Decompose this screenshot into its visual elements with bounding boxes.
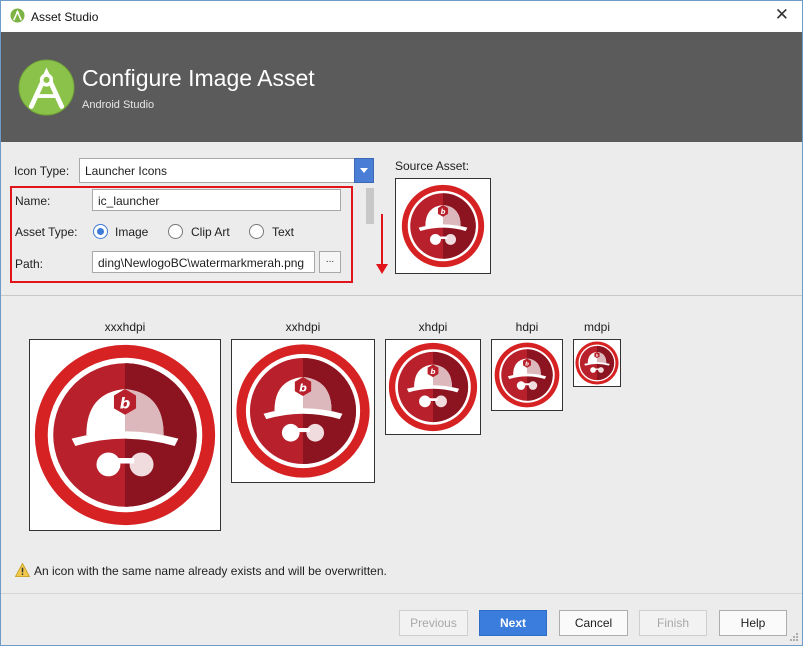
source-asset-label: Source Asset: — [395, 159, 470, 173]
launcher-icon — [235, 343, 371, 479]
preview-hdpi — [491, 339, 563, 411]
density-label-xxhdpi: xxhdpi — [285, 320, 321, 334]
density-label-hdpi: hdpi — [515, 320, 539, 334]
path-field[interactable]: ding\NewlogoBC\watermarkmerah.png — [92, 251, 315, 273]
radio-image[interactable] — [93, 224, 108, 239]
browse-button[interactable]: ... — [319, 251, 341, 273]
icon-type-value: Launcher Icons — [85, 164, 168, 178]
density-label-xhdpi: xhdpi — [418, 320, 448, 334]
path-label: Path: — [15, 257, 44, 271]
density-label-xxxhdpi: xxxhdpi — [104, 320, 146, 334]
close-icon[interactable]: ✕ — [775, 6, 789, 23]
divider — [1, 295, 802, 296]
density-label-mdpi: mdpi — [583, 320, 610, 334]
arrow-down-icon — [376, 214, 388, 274]
android-studio-logo — [18, 59, 75, 116]
header-banner: Configure Image Asset Android Studio — [1, 32, 802, 142]
window-title: Asset Studio — [31, 10, 99, 24]
page-title: Configure Image Asset — [82, 65, 315, 91]
launcher-icon — [494, 342, 560, 408]
name-label: Name: — [15, 194, 51, 208]
next-button[interactable]: Next — [479, 610, 547, 636]
finish-button[interactable]: Finish — [639, 610, 707, 636]
warning-icon — [15, 563, 30, 577]
launcher-icon — [575, 341, 619, 385]
launcher-icon — [401, 184, 485, 268]
preview-mdpi — [573, 339, 621, 387]
icon-type-label: Icon Type: — [14, 164, 70, 178]
help-button[interactable]: Help — [719, 610, 787, 636]
cancel-button[interactable]: Cancel — [559, 610, 628, 636]
asset-type-label: Asset Type: — [15, 225, 78, 239]
footer-divider — [1, 593, 802, 594]
radio-clip-art[interactable] — [168, 224, 183, 239]
launcher-icon — [388, 342, 478, 432]
launcher-icon — [33, 343, 217, 527]
asset-studio-window: Asset Studio ✕ Configure Image Asset And… — [0, 0, 803, 646]
radio-image-label[interactable]: Image — [115, 225, 148, 239]
previous-button[interactable]: Previous — [399, 610, 468, 636]
scrollbar-thumb[interactable] — [366, 188, 374, 224]
radio-clip-art-label[interactable]: Clip Art — [191, 225, 230, 239]
preview-xxhdpi — [231, 339, 375, 483]
title-bar: Asset Studio ✕ — [1, 1, 802, 32]
chevron-down-icon[interactable] — [354, 158, 374, 183]
warning-text: An icon with the same name already exist… — [34, 564, 387, 578]
resize-grip-icon[interactable] — [789, 632, 799, 642]
source-asset-preview — [395, 178, 491, 274]
preview-xxxhdpi — [29, 339, 221, 531]
icon-type-dropdown[interactable]: Launcher Icons — [79, 158, 374, 183]
radio-text[interactable] — [249, 224, 264, 239]
android-studio-icon — [10, 8, 25, 23]
page-subtitle: Android Studio — [82, 99, 155, 111]
radio-text-label[interactable]: Text — [272, 225, 294, 239]
name-field[interactable]: ic_launcher — [92, 189, 341, 211]
preview-xhdpi — [385, 339, 481, 435]
